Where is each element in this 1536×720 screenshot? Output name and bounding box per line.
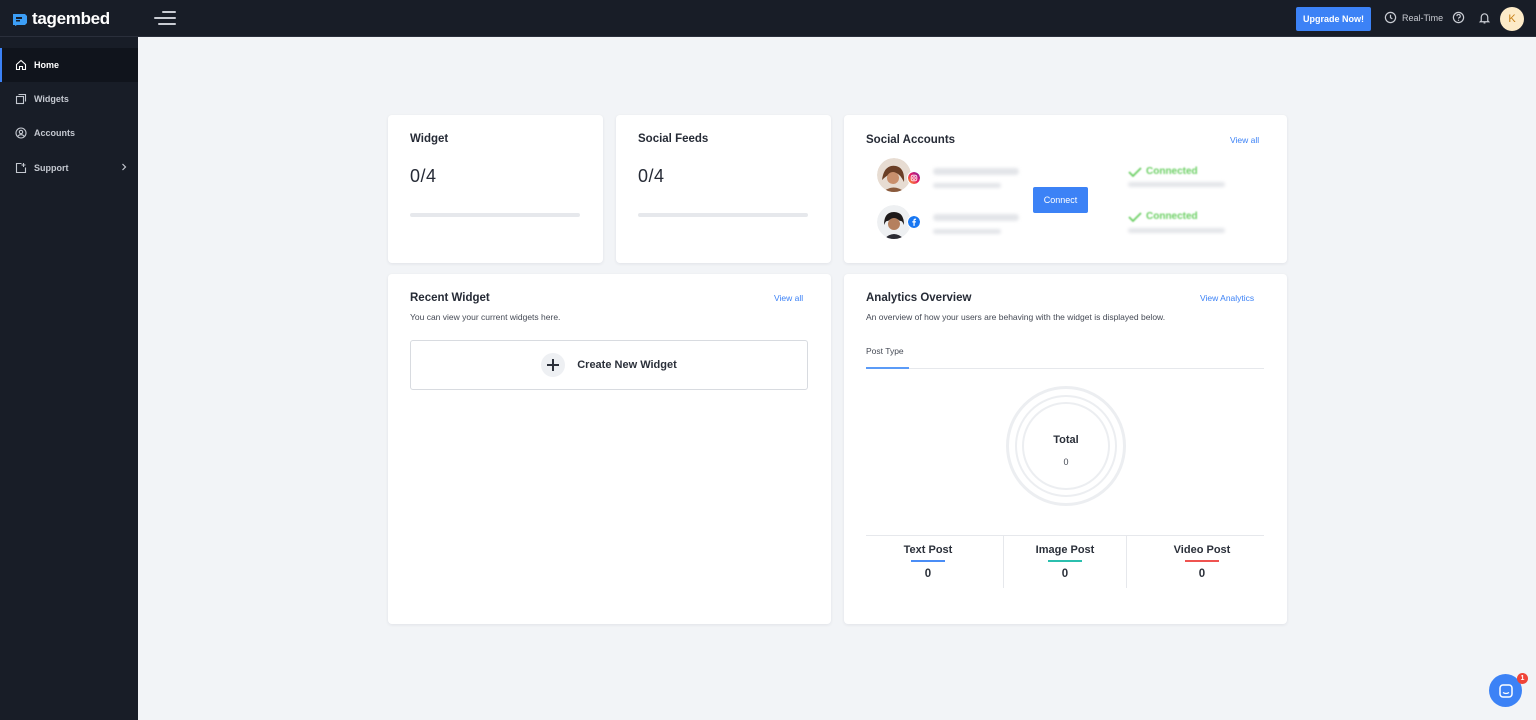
top-bar: tagembed Upgrade Now! Real-Time K: [0, 0, 1536, 37]
stat-color-bar: [1185, 560, 1219, 562]
menu-toggle-icon[interactable]: [154, 10, 176, 26]
account-avatar: [877, 158, 911, 192]
social-feeds-title: Social Feeds: [638, 133, 709, 145]
sidebar-item-accounts[interactable]: Accounts: [0, 116, 138, 150]
logo-text: tagembed: [32, 9, 110, 28]
plus-icon: [541, 353, 566, 377]
create-new-widget-label: Create New Widget: [577, 359, 677, 371]
donut-ring: [1022, 402, 1110, 490]
sidebar-item-label: Widgets: [34, 94, 69, 104]
help-icon[interactable]: [1452, 11, 1465, 24]
donut-total-value: 0: [1063, 457, 1069, 467]
donut-total-label: Total: [1053, 434, 1079, 446]
status-placeholder: [1128, 228, 1225, 233]
stat-image-post: Image Post 0: [1000, 544, 1130, 580]
analytics-description: An overview of how your users are behavi…: [866, 312, 1166, 322]
status-placeholder: [1128, 182, 1225, 187]
connect-button[interactable]: Connect: [1033, 187, 1088, 213]
view-analytics-link[interactable]: View Analytics: [1200, 293, 1254, 303]
account-handle-placeholder: [933, 183, 1001, 188]
tagembed-logo-icon: [13, 14, 27, 26]
home-icon: [15, 59, 27, 71]
sidebar-item-label: Accounts: [34, 128, 76, 138]
stats-divider: [866, 535, 1264, 536]
user-avatar[interactable]: K: [1500, 7, 1524, 31]
stat-color-bar: [911, 560, 945, 562]
chat-icon: [1498, 683, 1513, 698]
sidebar-item-home[interactable]: Home: [0, 48, 138, 82]
widgets-icon: [15, 93, 27, 105]
recent-widget-title: Recent Widget: [410, 292, 490, 304]
checkmark-icon: [1128, 166, 1142, 177]
analytics-title: Analytics Overview: [866, 292, 972, 304]
instagram-icon: [907, 171, 921, 185]
recent-widget-card: [388, 274, 831, 624]
connected-status: Connected: [1128, 211, 1198, 222]
chevron-right-icon: [122, 163, 127, 171]
social-accounts-view-all-link[interactable]: View all: [1230, 135, 1259, 145]
bell-icon[interactable]: [1478, 11, 1491, 25]
stat-value: 0: [1198, 568, 1206, 580]
social-feeds-count: 0/4: [638, 166, 665, 186]
upgrade-button[interactable]: Upgrade Now!: [1296, 7, 1371, 31]
tab-post-type[interactable]: Post Type: [866, 346, 904, 356]
widget-progress-bar: [410, 213, 580, 217]
realtime-toggle[interactable]: Real-Time: [1384, 11, 1443, 24]
realtime-label: Real-Time: [1402, 12, 1444, 23]
tab-divider: [866, 368, 1264, 369]
facebook-icon: [907, 215, 921, 229]
account-handle-placeholder: [933, 229, 1001, 234]
checkmark-icon: [1128, 211, 1142, 222]
clock-icon: [1384, 11, 1397, 24]
stat-text-post: Text Post 0: [863, 544, 993, 580]
stat-value: 0: [1061, 568, 1069, 580]
stat-color-bar: [1048, 560, 1082, 562]
account-name-placeholder: [933, 168, 1019, 175]
connected-label: Connected: [1146, 166, 1198, 177]
stat-name: Image Post: [1035, 544, 1095, 556]
sidebar-item-support[interactable]: Support: [0, 151, 138, 185]
sidebar-item-widgets[interactable]: Widgets: [0, 82, 138, 116]
user-circle-icon: [15, 127, 27, 139]
widget-count: 0/4: [410, 166, 437, 186]
connected-status: Connected: [1128, 166, 1198, 177]
chat-unread-badge: 1: [1517, 673, 1528, 684]
sidebar: Home Widgets Accounts Support: [0, 37, 138, 720]
social-accounts-title: Social Accounts: [866, 134, 956, 146]
sidebar-item-label: Home: [34, 60, 60, 70]
account-avatar: [877, 205, 911, 239]
connected-label: Connected: [1146, 211, 1198, 222]
recent-widget-description: You can view your current widgets here.: [410, 312, 561, 322]
social-feeds-progress-bar: [638, 213, 808, 217]
app-logo[interactable]: tagembed: [12, 9, 110, 29]
sidebar-item-label: Support: [34, 163, 69, 173]
recent-widget-view-all-link[interactable]: View all: [774, 293, 803, 303]
active-tab-indicator: [866, 367, 909, 369]
support-icon: [15, 162, 27, 174]
stat-name: Video Post: [1173, 544, 1231, 556]
stat-video-post: Video Post 0: [1137, 544, 1267, 580]
stat-value: 0: [924, 568, 932, 580]
widget-card-title: Widget: [410, 133, 449, 145]
stat-name: Text Post: [903, 544, 953, 556]
account-name-placeholder: [933, 214, 1019, 221]
create-new-widget-button[interactable]: Create New Widget: [410, 340, 808, 390]
